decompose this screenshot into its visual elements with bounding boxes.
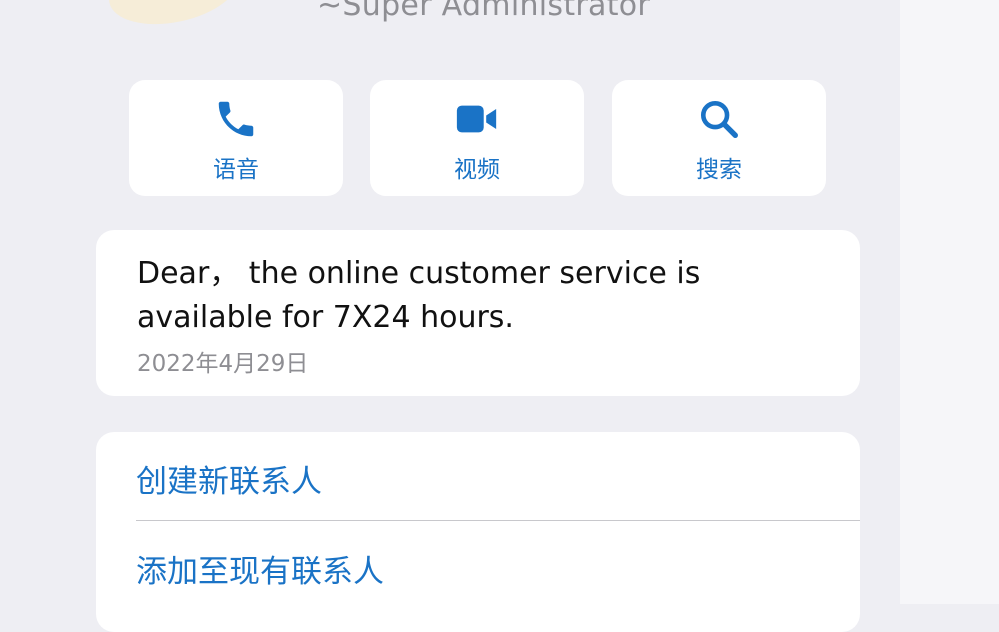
divider xyxy=(136,520,860,521)
voice-call-label: 语音 xyxy=(213,157,259,183)
message-date: 2022年4月29日 xyxy=(137,351,309,377)
phone-icon xyxy=(218,101,254,137)
message-text: Dear， the online customer service is ava… xyxy=(137,256,701,335)
contact-subtitle: ~Super Administrator xyxy=(317,0,651,23)
create-new-contact-button[interactable]: 创建新联系人 xyxy=(136,456,322,501)
search-label: 搜索 xyxy=(696,157,742,183)
message-card: Dear， the online customer service is ava… xyxy=(96,230,860,396)
search-button[interactable]: 搜索 xyxy=(612,80,826,196)
video-call-label: 视频 xyxy=(454,157,500,183)
video-call-button[interactable]: 视频 xyxy=(370,80,584,196)
video-icon xyxy=(456,105,497,133)
avatar xyxy=(102,0,246,36)
contact-options-card: 创建新联系人 添加至现有联系人 xyxy=(96,432,860,632)
add-to-existing-contact-button[interactable]: 添加至现有联系人 xyxy=(136,546,384,591)
search-icon xyxy=(700,100,738,138)
voice-call-button[interactable]: 语音 xyxy=(129,80,343,196)
right-side-panel xyxy=(900,0,999,604)
